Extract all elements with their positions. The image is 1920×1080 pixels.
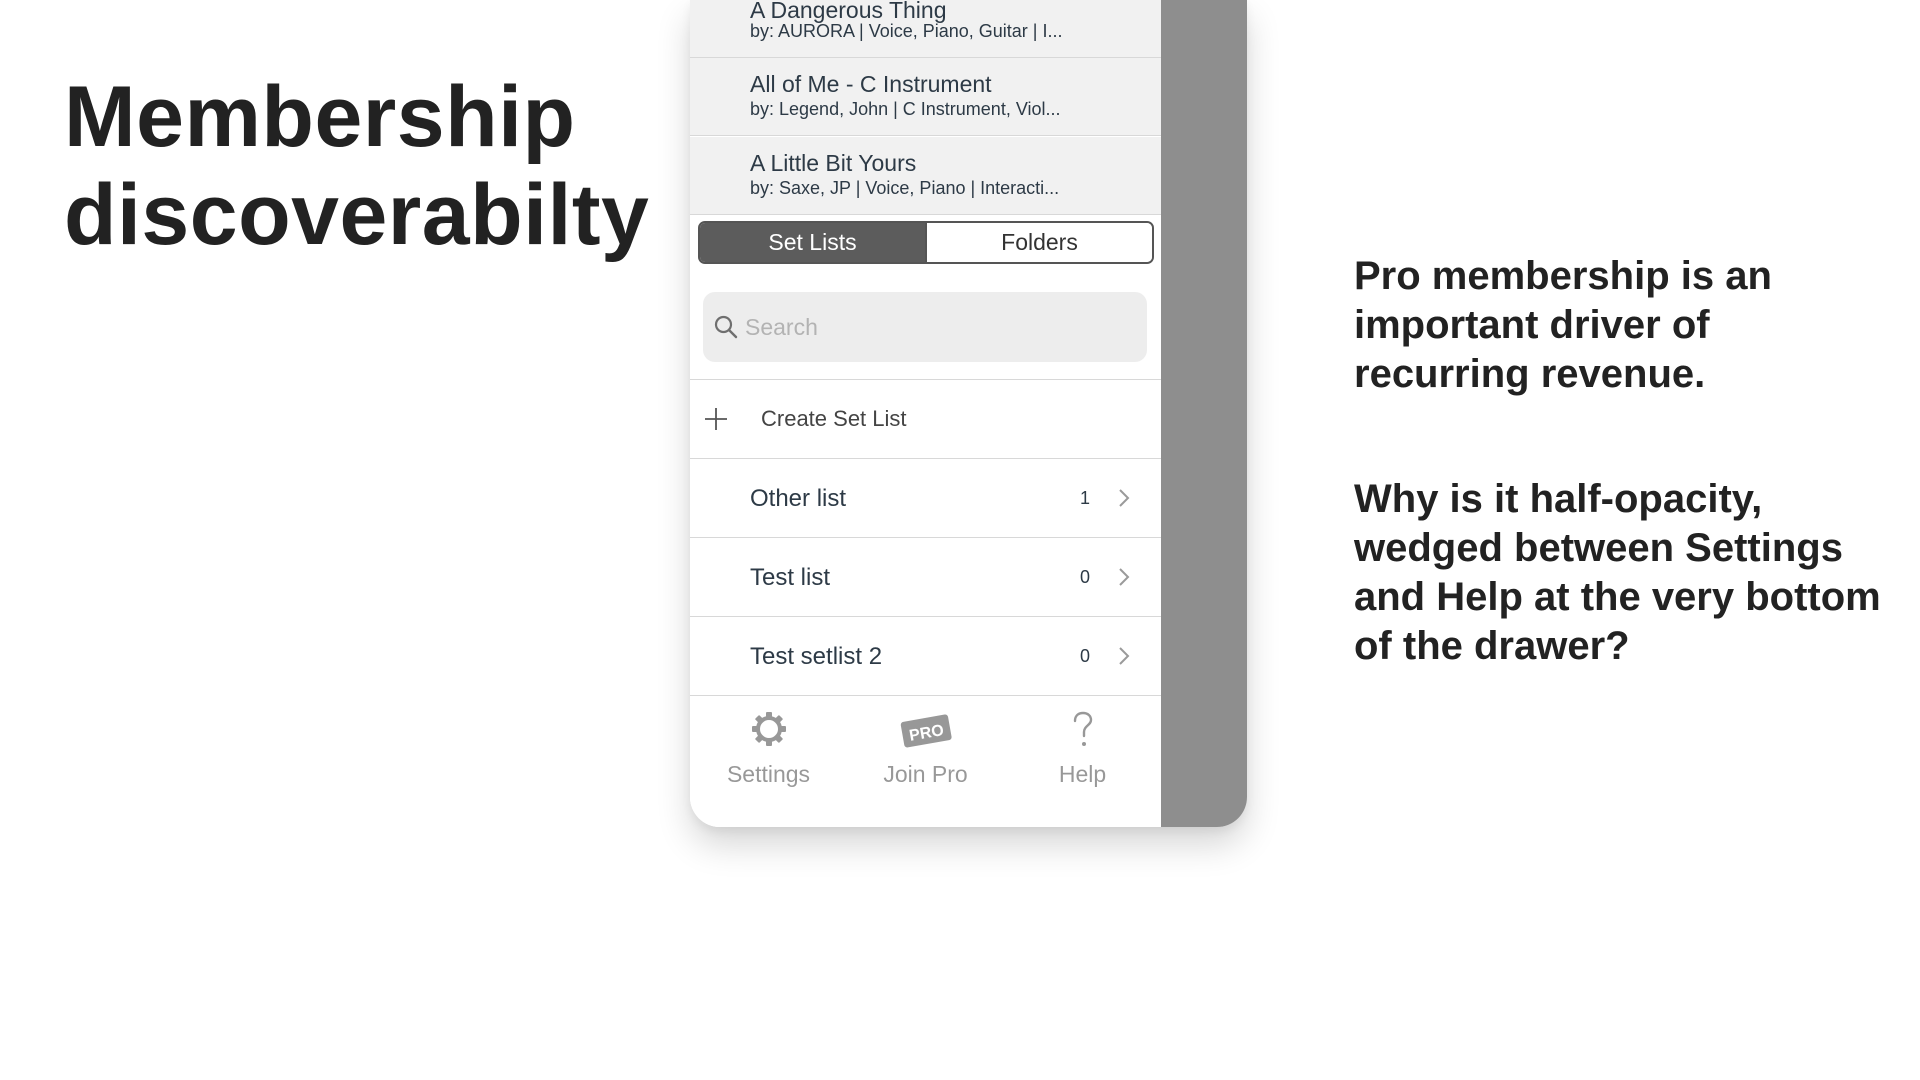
phone-screenshot: A Dangerous Thing by: AURORA | Voice, Pi… [690, 0, 1247, 827]
note-opacity-question: Why is it half-opacity, wedged between S… [1354, 477, 1881, 668]
set-list-count: 0 [1080, 646, 1091, 666]
slide-title-line-1: Membership [64, 69, 576, 165]
slide-title-line-2: discoverabilty [64, 167, 650, 263]
set-list-row[interactable]: Other list 1 [690, 459, 1161, 538]
settings-tab[interactable]: Settings [690, 696, 847, 827]
song-row[interactable]: A Little Bit Yours by: Saxe, JP | Voice,… [690, 137, 1161, 215]
help-tab[interactable]: Help [1004, 696, 1161, 827]
chevron-right-icon [1119, 568, 1130, 586]
song-subtitle: by: Saxe, JP | Voice, Piano | Interacti.… [750, 178, 1060, 198]
song-row[interactable]: All of Me - C Instrument by: Legend, Joh… [690, 58, 1161, 136]
create-set-list-label: Create Set List [761, 406, 907, 431]
set-list-row[interactable]: Test setlist 2 0 [690, 617, 1161, 696]
chevron-right-icon [1119, 489, 1130, 507]
song-title: A Little Bit Yours [750, 150, 917, 176]
song-row[interactable]: A Dangerous Thing by: AURORA | Voice, Pi… [690, 0, 1161, 58]
song-subtitle: by: AURORA | Voice, Piano, Guitar | I... [750, 21, 1063, 41]
help-label: Help [1058, 761, 1107, 787]
set-list-row[interactable]: Test list 0 [690, 538, 1161, 617]
song-subtitle: by: Legend, John | C Instrument, Viol... [750, 99, 1061, 119]
pro-badge-icon: PRO [900, 714, 952, 748]
set-list-count: 1 [1080, 488, 1091, 508]
question-mark-icon [1073, 711, 1092, 746]
search-field[interactable] [703, 292, 1147, 362]
join-pro-label: Join Pro [883, 761, 968, 787]
search-input[interactable] [745, 292, 1135, 362]
set-list-name: Test list [750, 564, 831, 591]
join-pro-tab[interactable]: PRO Join Pro [847, 696, 1004, 827]
set-list-count: 0 [1080, 567, 1091, 587]
side-drawer: A Dangerous Thing by: AURORA | Voice, Pi… [690, 0, 1161, 827]
slide-title: Membership discoverabilty [64, 68, 649, 264]
search-section [690, 272, 1161, 380]
gear-icon [751, 712, 786, 746]
segmented-control: Set Lists Folders [698, 221, 1154, 264]
song-title: All of Me - C Instrument [750, 71, 992, 97]
note-revenue: Pro membership is an important driver of… [1354, 254, 1772, 396]
search-icon [714, 315, 738, 339]
settings-label: Settings [726, 761, 811, 787]
set-list-name: Test setlist 2 [750, 643, 883, 670]
drawer-dim-overlay[interactable] [1161, 0, 1247, 827]
set-list-name: Other list [750, 485, 847, 512]
chevron-right-icon [1119, 647, 1130, 665]
drawer-bottom-bar: Settings PRO Join Pro Help [690, 696, 1161, 827]
segment-folders[interactable]: Folders [925, 223, 1152, 262]
create-set-list-row[interactable]: Create Set List [690, 380, 1161, 459]
segment-set-lists[interactable]: Set Lists [700, 223, 925, 262]
plus-icon [705, 408, 727, 430]
